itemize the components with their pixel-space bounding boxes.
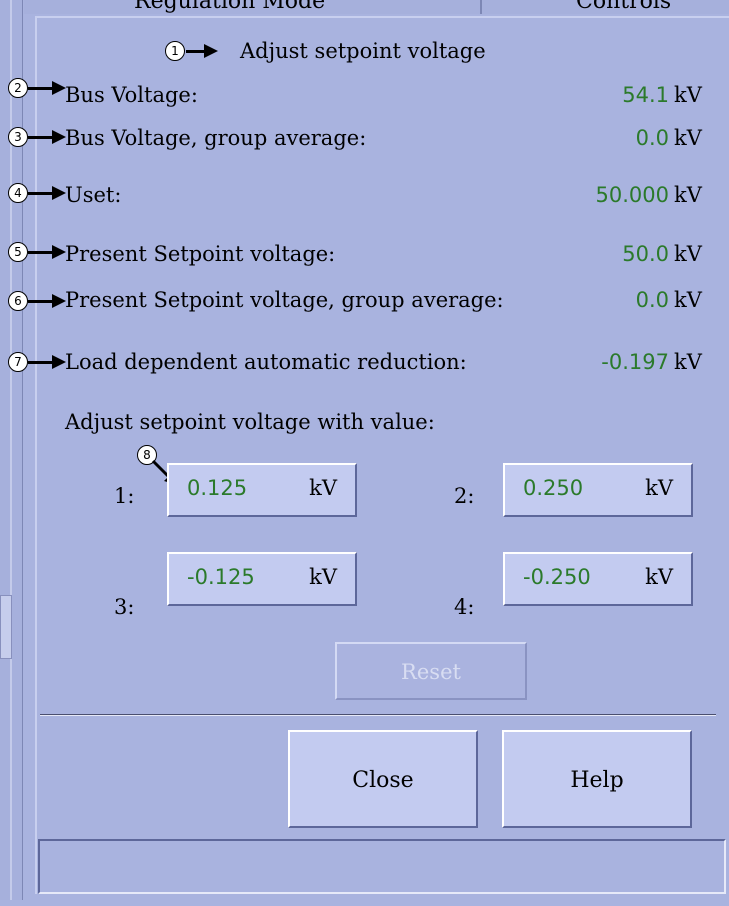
adjust-button-3-value: -0.125 [187,565,255,589]
marker-2: 2 [8,78,28,98]
adjust-button-2-value: 0.250 [523,476,584,500]
bus-voltage-group-label: Bus Voltage, group average: [65,126,367,150]
separator [40,714,716,716]
adjust-button-3[interactable]: -0.125 kV [167,552,357,606]
bus-voltage-label: Bus Voltage: [65,83,198,107]
present-setpoint-group-label: Present Setpoint voltage, group average: [65,288,504,312]
adjust-num-3: 3: [114,595,135,619]
adjust-num-2: 2: [454,484,475,508]
present-setpoint-value: 50.0 [622,242,669,266]
uset-unit: kV [674,183,702,207]
present-setpoint-unit: kV [674,242,702,266]
present-setpoint-label: Present Setpoint voltage: [65,242,336,266]
adjust-num-4: 4: [454,595,475,619]
adjust-with-value-label: Adjust setpoint voltage with value: [65,410,435,434]
adjust-button-4[interactable]: -0.250 kV [503,552,693,606]
help-button[interactable]: Help [502,730,692,828]
close-button-label: Close [352,768,414,793]
adjust-button-4-value: -0.250 [523,565,591,589]
adjust-button-1[interactable]: 0.125 kV [167,463,357,517]
marker-4: 4 [8,183,28,203]
present-setpoint-group-unit: kV [674,288,702,312]
tab-regulation-mode[interactable]: Regulation Mode [134,0,325,14]
adjust-button-1-value: 0.125 [187,476,248,500]
adjust-button-1-unit: kV [309,476,337,500]
adjust-button-3-unit: kV [309,565,337,589]
left-scroll-handle[interactable] [0,595,12,659]
bus-voltage-value: 54.1 [622,83,669,107]
bus-voltage-group-value: 0.0 [635,126,669,150]
marker-5: 5 [8,242,28,262]
adjust-button-4-unit: kV [645,565,673,589]
dialog-window: Regulation Mode Controls 1 Adjust setpoi… [0,0,729,906]
marker-1: 1 [165,41,185,61]
help-button-label: Help [570,768,624,793]
marker-3: 3 [8,127,28,147]
reset-button[interactable]: Reset [335,642,527,700]
bus-voltage-group-unit: kV [674,126,702,150]
panel-title: Adjust setpoint voltage [240,39,486,63]
marker-6: 6 [8,291,28,311]
present-setpoint-group-value: 0.0 [635,288,669,312]
tab-divider [480,0,482,14]
tab-controls[interactable]: Controls [576,0,671,14]
status-bar [38,839,726,894]
load-reduction-unit: kV [674,350,702,374]
tab-bar: Regulation Mode Controls [24,0,729,14]
uset-value: 50.000 [595,183,669,207]
reset-button-label: Reset [401,660,461,684]
close-button[interactable]: Close [288,730,478,828]
load-reduction-value: -0.197 [601,350,669,374]
bus-voltage-unit: kV [674,83,702,107]
load-reduction-label: Load dependent automatic reduction: [65,350,467,374]
adjust-num-1: 1: [114,484,135,508]
uset-label: Uset: [65,183,122,207]
marker-7: 7 [8,352,28,372]
adjust-button-2-unit: kV [645,476,673,500]
adjust-button-2[interactable]: 0.250 kV [503,463,693,517]
